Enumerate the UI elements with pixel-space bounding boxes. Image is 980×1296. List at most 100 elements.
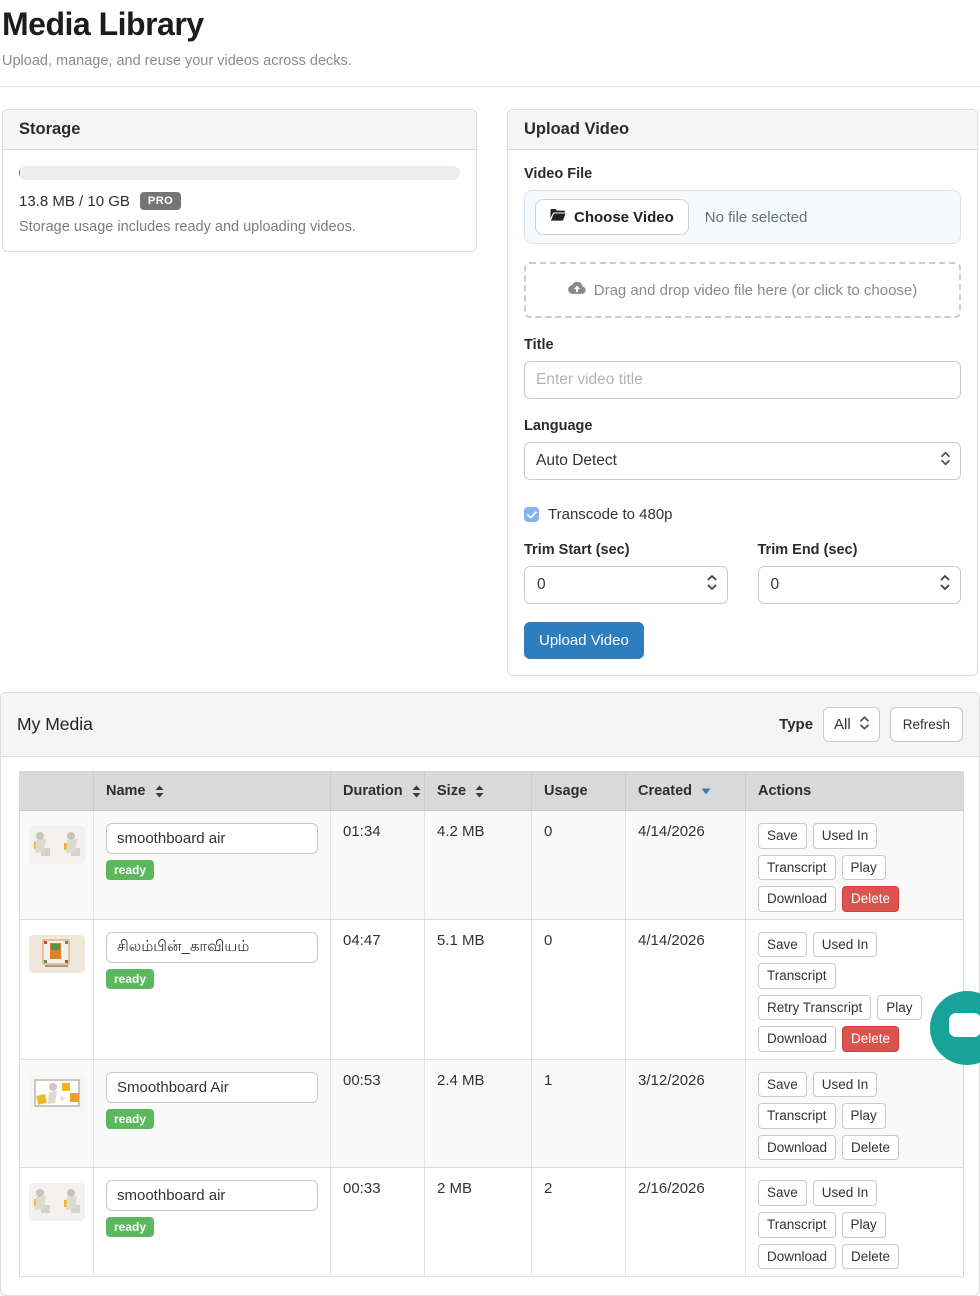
size-column-header[interactable]: Size [425, 772, 532, 811]
duration-column-header[interactable]: Duration [331, 772, 425, 811]
storage-progress-bar [19, 166, 460, 180]
size-cell: 2.4 MB [425, 1059, 532, 1168]
folder-open-icon [550, 208, 566, 226]
media-name-input[interactable] [106, 823, 318, 854]
media-name-input[interactable] [106, 1072, 318, 1103]
refresh-button[interactable]: Refresh [890, 707, 963, 742]
trim-end-value: 0 [771, 576, 780, 593]
trim-start-label: Trim Start (sec) [524, 542, 728, 558]
media-name-input[interactable] [106, 932, 318, 963]
chat-bubble-icon [949, 1013, 980, 1037]
video-thumbnail [29, 1075, 85, 1113]
storage-note: Storage usage includes ready and uploadi… [19, 219, 460, 235]
save-button[interactable]: Save [758, 1180, 807, 1206]
transcript-button[interactable]: Transcript [758, 1212, 836, 1238]
retry-transcript-button[interactable]: Retry Transcript [758, 995, 871, 1021]
size-cell: 2 MB [425, 1168, 532, 1277]
sort-icon [155, 785, 164, 798]
duration-cell: 04:47 [331, 919, 425, 1059]
choose-video-button[interactable]: Choose Video [535, 199, 689, 235]
upload-video-button[interactable]: Upload Video [524, 622, 644, 659]
title-label: Title [524, 337, 961, 353]
download-button[interactable]: Download [758, 1244, 836, 1270]
duration-cell: 01:34 [331, 811, 425, 920]
delete-button[interactable]: Delete [842, 1026, 899, 1052]
usage-cell: 0 [532, 811, 626, 920]
media-row: ready 00:33 2 MB 2 2/16/2026 Save Used I… [20, 1168, 964, 1277]
language-select[interactable]: Auto Detect [524, 442, 961, 480]
media-table: Name Duration Size [19, 771, 964, 1277]
select-stepper-icon [859, 715, 870, 734]
video-thumbnail [29, 935, 85, 973]
sort-desc-icon [701, 788, 711, 795]
video-thumbnail [29, 826, 85, 864]
type-filter-select[interactable]: All [823, 707, 880, 742]
video-thumbnail [29, 1183, 85, 1221]
no-file-text: No file selected [705, 209, 808, 226]
status-badge: ready [106, 969, 154, 989]
my-media-title: My Media [17, 714, 93, 735]
actions-column-header: Actions [746, 772, 964, 811]
usage-cell: 2 [532, 1168, 626, 1277]
language-select-value: Auto Detect [536, 452, 617, 469]
trim-start-input[interactable]: 0 [524, 566, 728, 604]
save-button[interactable]: Save [758, 1072, 807, 1098]
page-header: Media Library Upload, manage, and reuse … [0, 2, 980, 69]
trim-end-input[interactable]: 0 [758, 566, 962, 604]
check-icon [527, 511, 537, 519]
usage-cell: 0 [532, 919, 626, 1059]
transcript-button[interactable]: Transcript [758, 855, 836, 881]
trim-start-value: 0 [537, 576, 546, 593]
name-column-header[interactable]: Name [94, 772, 331, 811]
media-row: ready 04:47 5.1 MB 0 4/14/2026 Save Used… [20, 919, 964, 1059]
page-title: Media Library [2, 6, 978, 43]
transcript-button[interactable]: Transcript [758, 963, 836, 989]
save-button[interactable]: Save [758, 823, 807, 849]
video-title-input[interactable] [524, 361, 961, 399]
media-name-input[interactable] [106, 1180, 318, 1211]
number-stepper-icon[interactable] [706, 574, 718, 597]
delete-button[interactable]: Delete [842, 1244, 899, 1270]
download-button[interactable]: Download [758, 1135, 836, 1161]
save-button[interactable]: Save [758, 932, 807, 958]
sort-icon [475, 785, 484, 798]
dropzone-text: Drag and drop video file here (or click … [594, 282, 918, 299]
usage-cell: 1 [532, 1059, 626, 1168]
used-in-button[interactable]: Used In [813, 1072, 878, 1098]
play-button[interactable]: Play [877, 995, 921, 1021]
dropzone[interactable]: Drag and drop video file here (or click … [524, 262, 961, 318]
created-cell: 4/14/2026 [626, 919, 746, 1059]
play-button[interactable]: Play [842, 1103, 886, 1129]
trim-end-label: Trim End (sec) [758, 542, 962, 558]
number-stepper-icon[interactable] [939, 574, 951, 597]
type-filter-value: All [834, 716, 851, 733]
type-filter-label: Type [779, 716, 813, 733]
thumbnail-column-header [20, 772, 94, 811]
delete-button[interactable]: Delete [842, 1135, 899, 1161]
file-input-box[interactable]: Choose Video No file selected [524, 190, 961, 244]
download-button[interactable]: Download [758, 886, 836, 912]
status-badge: ready [106, 1109, 154, 1129]
media-row: ready 01:34 4.2 MB 0 4/14/2026 Save Used… [20, 811, 964, 920]
play-button[interactable]: Play [842, 855, 886, 881]
download-button[interactable]: Download [758, 1026, 836, 1052]
created-column-header[interactable]: Created [626, 772, 746, 811]
choose-video-label: Choose Video [574, 209, 674, 226]
media-library-page: Media Library Upload, manage, and reuse … [0, 0, 980, 1296]
status-badge: ready [106, 1217, 154, 1237]
cloud-upload-icon [568, 281, 586, 299]
duration-cell: 00:53 [331, 1059, 425, 1168]
used-in-button[interactable]: Used In [813, 932, 878, 958]
play-button[interactable]: Play [842, 1212, 886, 1238]
storage-card-title: Storage [3, 110, 476, 150]
transcode-checkbox[interactable] [524, 507, 539, 522]
used-in-button[interactable]: Used In [813, 823, 878, 849]
transcript-button[interactable]: Transcript [758, 1103, 836, 1129]
delete-button[interactable]: Delete [842, 886, 899, 912]
video-file-label: Video File [524, 166, 961, 182]
created-cell: 4/14/2026 [626, 811, 746, 920]
select-stepper-icon [940, 451, 951, 471]
language-label: Language [524, 418, 961, 434]
storage-usage-text: 13.8 MB / 10 GB [19, 193, 130, 210]
used-in-button[interactable]: Used In [813, 1180, 878, 1206]
